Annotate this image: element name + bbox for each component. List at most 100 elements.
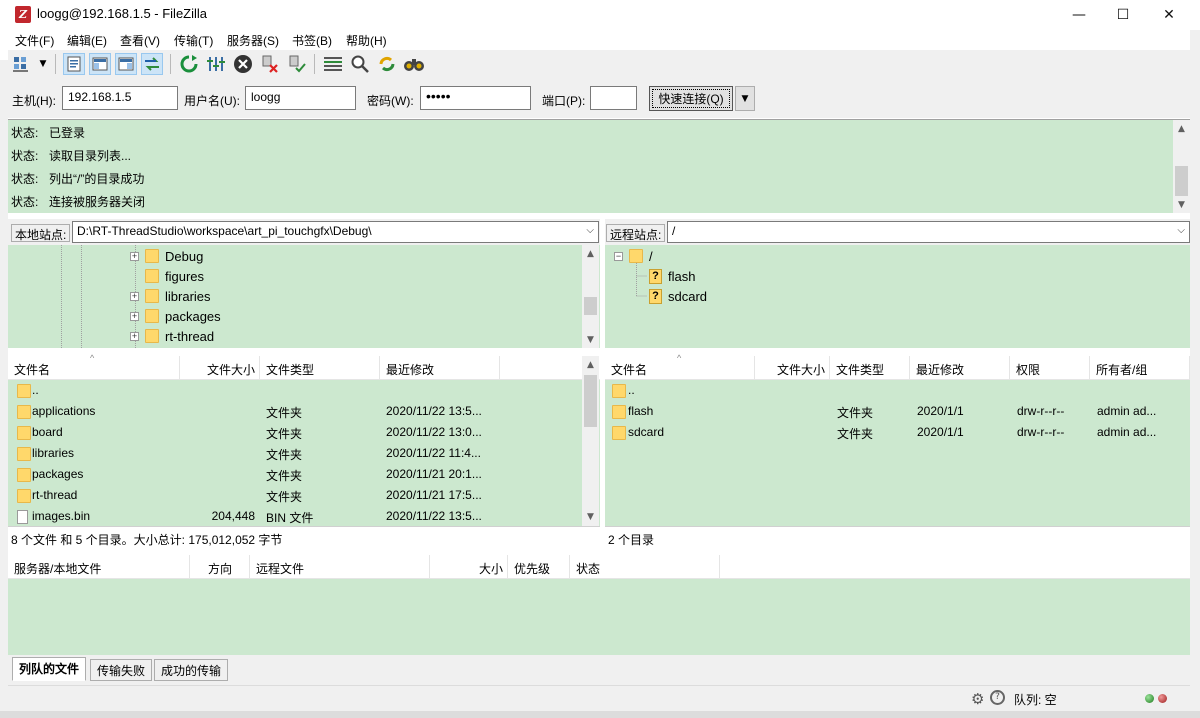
scroll-thumb[interactable] [584,375,597,427]
reconnect-icon[interactable] [286,53,308,75]
scroll-down-icon[interactable]: ▼ [1173,196,1190,213]
tree-node[interactable]: ? sdcard [649,286,707,306]
password-input[interactable]: ••••• [420,86,531,110]
column-size-header[interactable]: 文件大小 [755,356,830,380]
table-row[interactable]: .. [605,380,1190,401]
cell-owner: admin ad... [1097,425,1157,439]
menu-file[interactable]: 文件(F) [15,32,54,49]
log-scrollbar[interactable]: ▲ ▼ [1173,120,1190,213]
chevron-down-icon[interactable]: ⌵ [586,225,594,236]
speed-limit-icon[interactable]: ? [990,690,1005,705]
column-owner-header[interactable]: 所有者/组 [1090,356,1190,380]
local-list-scrollbar[interactable]: ▲ ▼ [582,356,599,526]
table-row[interactable]: rt-thread 文件夹 2020/11/21 17:5... [8,485,582,506]
quickconnect-button[interactable]: 快速连接(Q) [649,86,733,111]
toggle-local-tree-icon[interactable] [89,53,111,75]
menu-server[interactable]: 服务器(S) [227,32,279,49]
tree-node[interactable]: + libraries [130,286,211,306]
tab-queued-files[interactable]: 列队的文件 [12,657,87,681]
scroll-up-icon[interactable]: ▲ [582,356,599,373]
port-input[interactable] [590,86,637,110]
tree-node[interactable]: + rt-thread [130,326,214,346]
expand-icon[interactable]: + [130,251,139,261]
column-modified-header[interactable]: 最近修改 [380,356,500,380]
cell-name: board [32,425,63,439]
column-name-header[interactable]: 文件名 ^ [605,353,755,380]
menu-transfer[interactable]: 传输(T) [174,32,213,49]
queue-column-local-file[interactable]: 服务器/本地文件 [8,555,190,579]
menu-view[interactable]: 查看(V) [120,32,160,49]
column-permissions-header[interactable]: 权限 [1010,356,1090,380]
table-row[interactable]: .. [8,380,582,401]
menu-help[interactable]: 帮助(H) [346,32,387,49]
tree-node[interactable]: figures [145,266,204,286]
menu-bookmarks[interactable]: 书签(B) [292,32,332,49]
table-row[interactable]: packages 文件夹 2020/11/21 20:1... [8,464,582,485]
toggle-log-icon[interactable] [63,53,85,75]
scroll-down-icon[interactable]: ▼ [582,331,599,348]
disconnect-icon[interactable] [259,53,281,75]
minimize-button[interactable]: — [1056,0,1102,30]
scroll-up-icon[interactable]: ▲ [582,245,599,262]
directory-listing-filter-icon[interactable] [322,53,344,75]
log-line: 状态: 已登录 [11,126,86,140]
queue-status: 队列: 空 [1014,693,1057,707]
tree-node[interactable]: ? flash [649,266,695,286]
host-input[interactable]: 192.168.1.5 [62,86,178,110]
site-manager-dropdown-icon[interactable]: ▼ [36,53,50,75]
scroll-down-icon[interactable]: ▼ [582,508,599,525]
tree-node[interactable]: + Debug [130,246,203,266]
expand-icon[interactable]: + [130,311,139,321]
table-row[interactable]: applications 文件夹 2020/11/22 13:5... [8,401,582,422]
close-button[interactable]: ✕ [1146,0,1192,30]
scroll-thumb[interactable] [584,297,597,315]
table-row[interactable]: images.bin 204,448 BIN 文件 2020/11/22 13:5..… [8,506,582,526]
tab-failed-transfers[interactable]: 传输失败 [90,659,153,681]
queue-column-size[interactable]: 大小 [430,555,508,579]
local-tree-scrollbar[interactable]: ▲ ▼ [582,245,599,348]
table-row[interactable]: sdcard 文件夹 2020/1/1 drw-r--r-- admin ad... [605,422,1190,443]
queue-column-remote-file[interactable]: 远程文件 [250,555,430,579]
cell-name: packages [32,467,84,481]
queue-column-status[interactable]: 状态 [570,555,720,579]
queue-column-priority[interactable]: 优先级 [508,555,570,579]
column-type-header[interactable]: 文件类型 [830,356,910,380]
cancel-operation-icon[interactable] [232,53,254,75]
toggle-remote-tree-icon[interactable] [115,53,137,75]
synchronized-browsing-icon[interactable] [376,53,398,75]
chevron-down-icon[interactable]: ⌵ [1177,225,1185,236]
expand-icon[interactable]: + [130,331,139,341]
toggle-queue-icon[interactable] [141,53,163,75]
maximize-button[interactable]: ☐ [1100,0,1146,30]
search-icon[interactable] [349,53,371,75]
table-row[interactable]: flash 文件夹 2020/1/1 drw-r--r-- admin ad... [605,401,1190,422]
remote-directory-tree: − / ? flash ? sdcard [605,245,1190,348]
remote-site-bar: 远程站点: / ⌵ [605,219,1190,245]
expand-icon[interactable]: + [130,291,139,301]
compare-directories-icon[interactable] [403,53,425,75]
table-row[interactable]: board 文件夹 2020/11/22 13:0... [8,422,582,443]
remote-path-combobox[interactable]: / ⌵ [667,221,1190,243]
queue-column-direction[interactable]: 方向 [190,555,250,579]
tree-node[interactable]: + packages [130,306,221,326]
column-size-header[interactable]: 文件大小 [180,356,260,380]
column-modified-header[interactable]: 最近修改 [910,356,1010,380]
refresh-icon[interactable] [178,53,200,75]
gear-icon[interactable]: ⚙ [971,690,984,708]
quickconnect-dropdown-icon[interactable]: ▼ [735,86,755,111]
scroll-up-icon[interactable]: ▲ [1173,120,1190,137]
remote-status: 2 个目录 [605,526,1190,548]
queue-header: 服务器/本地文件 方向 远程文件 大小 优先级 状态 [8,555,1190,579]
table-row[interactable]: libraries 文件夹 2020/11/22 11:4... [8,443,582,464]
site-manager-icon[interactable] [12,53,34,75]
menu-edit[interactable]: 编辑(E) [67,32,107,49]
column-type-header[interactable]: 文件类型 [260,356,380,380]
collapse-icon[interactable]: − [614,251,623,261]
process-queue-icon[interactable] [205,53,227,75]
local-path-combobox[interactable]: D:\RT-ThreadStudio\workspace\art_pi_touc… [72,221,599,243]
scroll-thumb[interactable] [1175,166,1188,196]
tab-successful-transfers[interactable]: 成功的传输 [154,659,229,681]
column-name-header[interactable]: 文件名 ^ [8,353,180,380]
tree-node-root[interactable]: − / [614,246,653,266]
username-input[interactable]: loogg [245,86,356,110]
